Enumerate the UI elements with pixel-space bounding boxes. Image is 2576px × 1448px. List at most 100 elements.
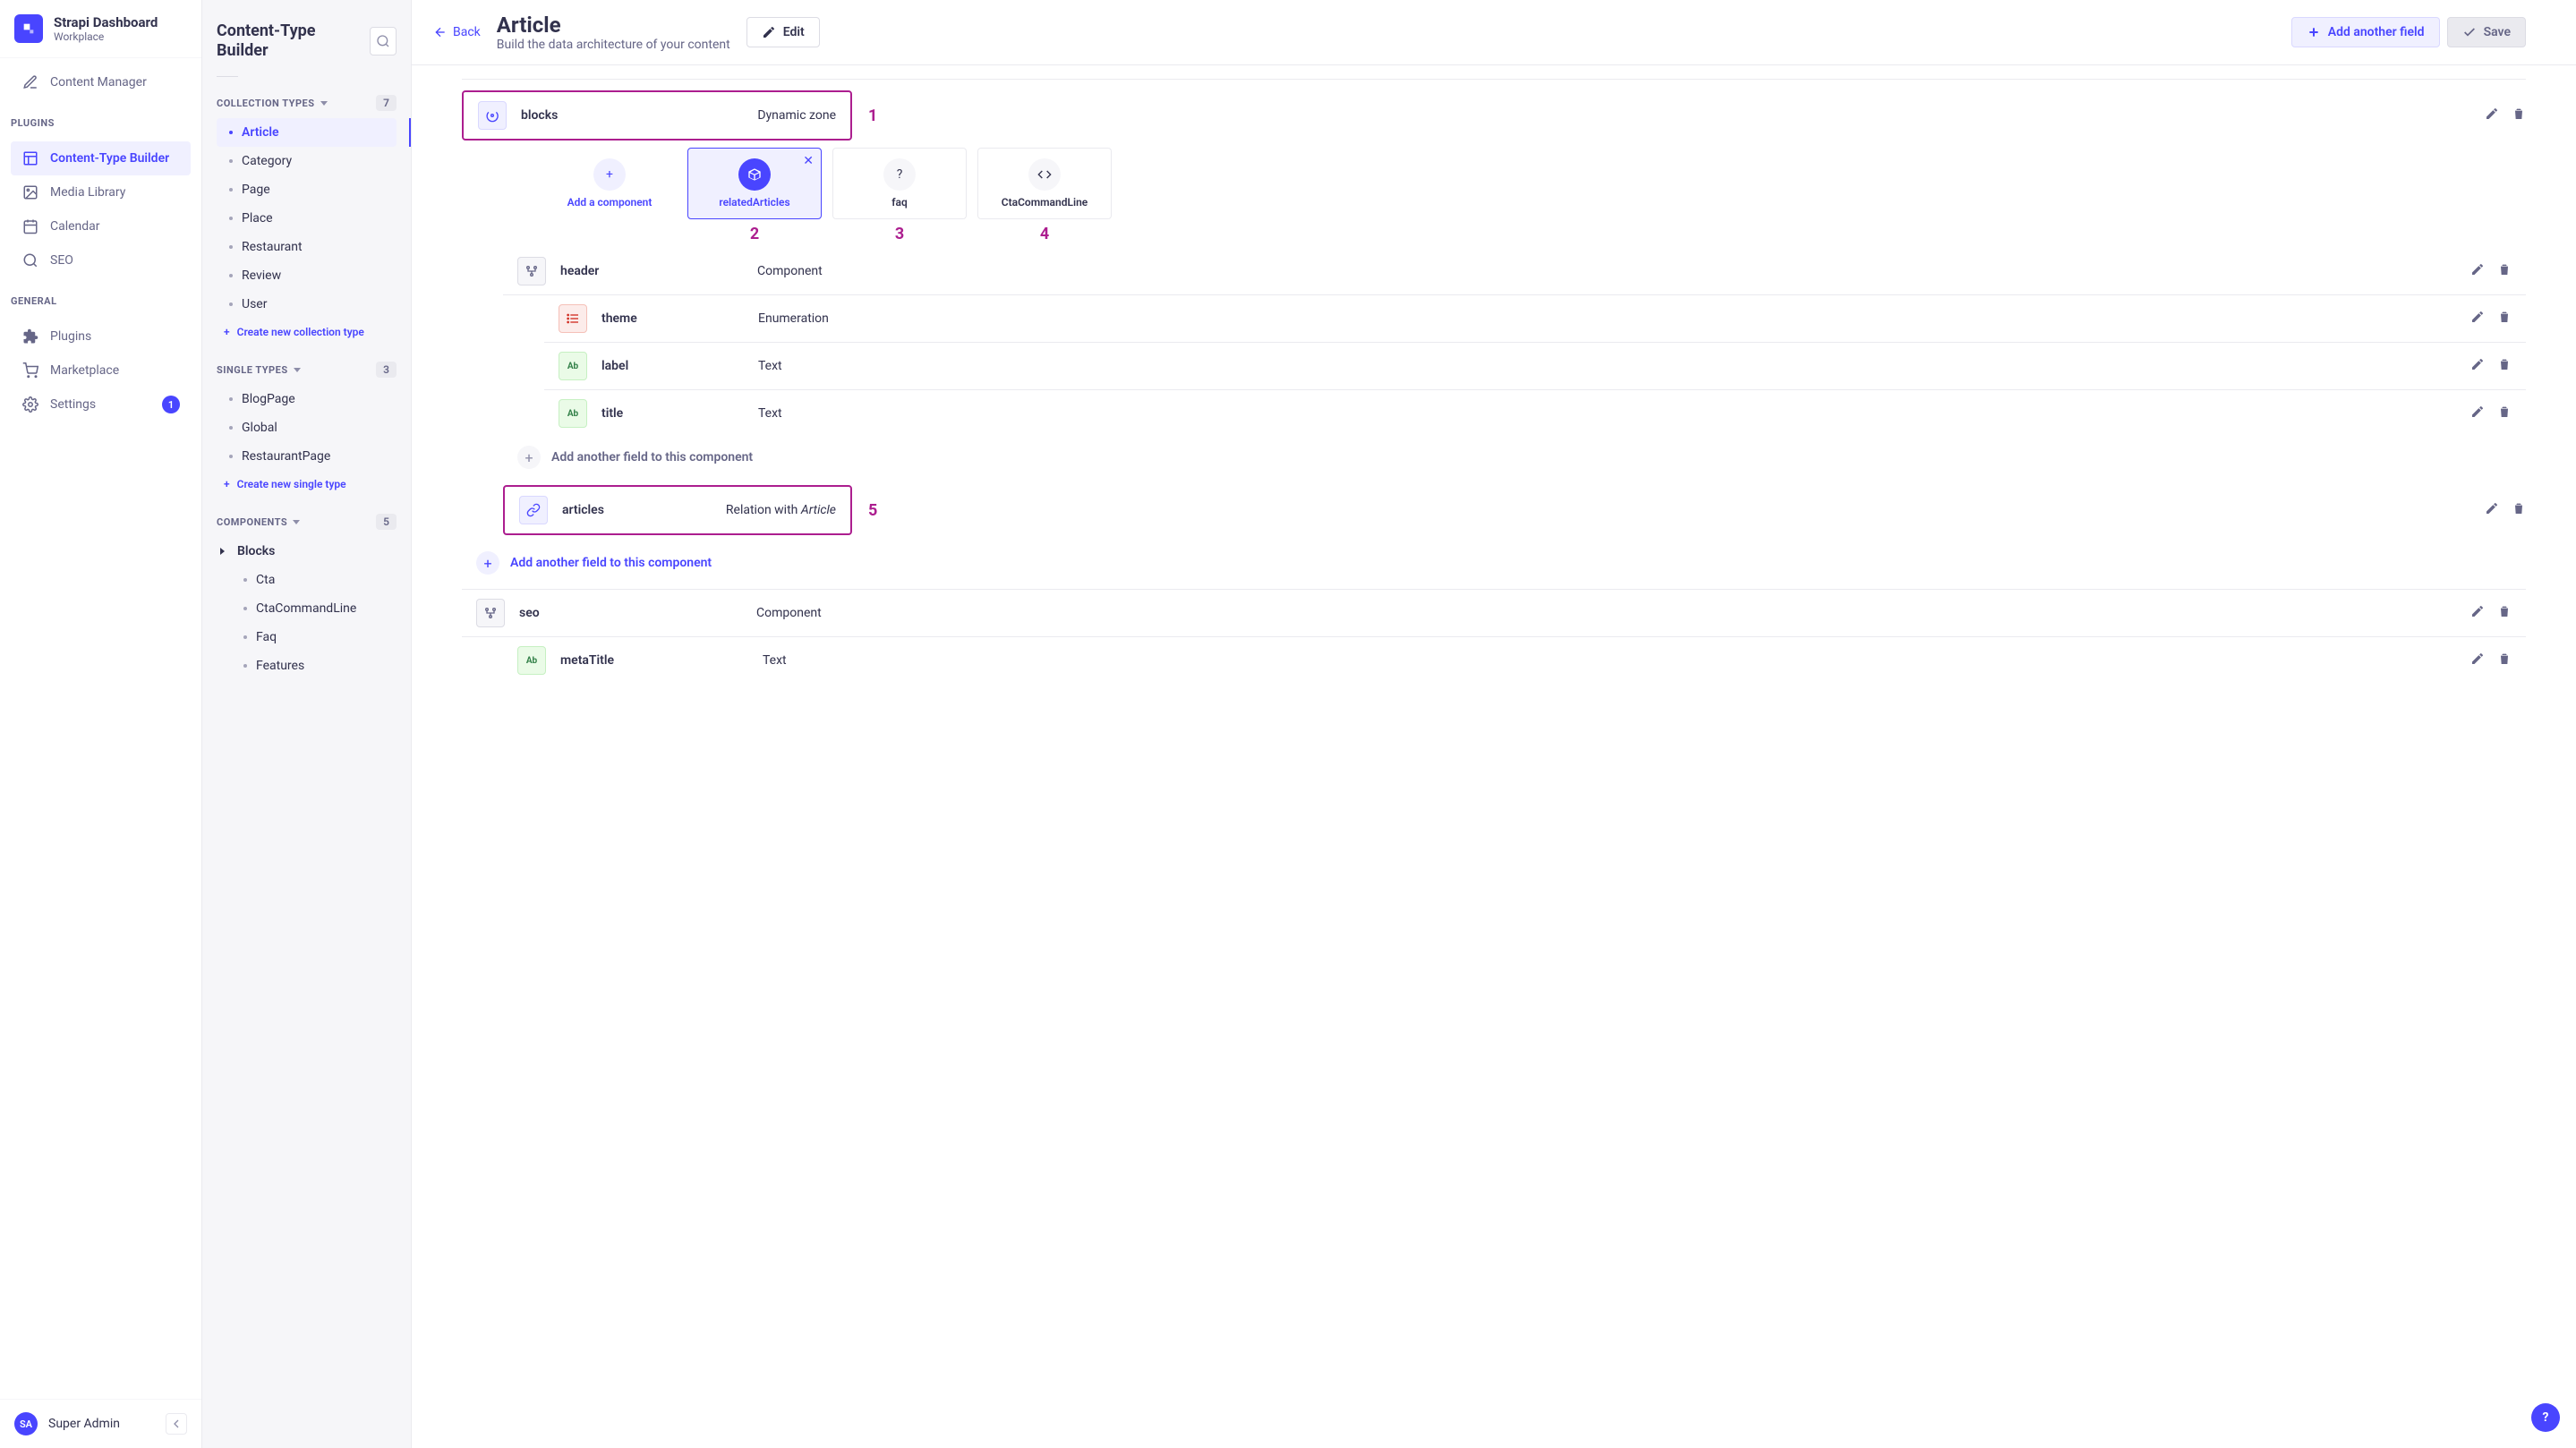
puzzle-icon bbox=[21, 328, 39, 345]
search-button[interactable] bbox=[370, 27, 397, 55]
edit-field-icon[interactable] bbox=[2470, 604, 2485, 622]
type-category[interactable]: Category bbox=[217, 147, 397, 175]
layout-icon bbox=[21, 149, 39, 167]
nav-plugins[interactable]: Plugins bbox=[11, 319, 191, 353]
user-name: Super Admin bbox=[48, 1417, 120, 1431]
strapi-logo-icon bbox=[14, 14, 43, 43]
app-subtitle: Workplace bbox=[54, 30, 158, 43]
page-title: Article bbox=[497, 13, 730, 38]
page-subtitle: Build the data architecture of your cont… bbox=[497, 38, 730, 52]
field-header[interactable]: header Component bbox=[503, 248, 2526, 295]
nav-media-library[interactable]: Media Library bbox=[11, 175, 191, 209]
help-button[interactable]: ? bbox=[2531, 1403, 2560, 1432]
field-type-articles: Relation with Article bbox=[726, 503, 836, 517]
chevron-down-icon bbox=[320, 101, 328, 106]
edit-field-icon[interactable] bbox=[2485, 501, 2499, 519]
content-type-list: Content-Type Builder COLLECTION TYPES 7 … bbox=[202, 0, 412, 1448]
field-blocks[interactable]: blocks Dynamic zone bbox=[462, 90, 852, 141]
delete-field-icon[interactable] bbox=[2497, 405, 2512, 422]
collapse-nav-button[interactable] bbox=[166, 1413, 187, 1435]
nav-content-type-builder[interactable]: Content-Type Builder bbox=[11, 141, 191, 175]
edit-field-icon[interactable] bbox=[2470, 357, 2485, 375]
components-toggle[interactable]: COMPONENTS 5 bbox=[217, 510, 397, 533]
plus-icon: + bbox=[593, 158, 626, 191]
field-seo[interactable]: seo Component bbox=[462, 590, 2526, 637]
type-user[interactable]: User bbox=[217, 290, 397, 319]
pencil-icon bbox=[21, 73, 39, 91]
component-category-blocks[interactable]: Blocks bbox=[217, 537, 397, 566]
single-types-toggle[interactable]: SINGLE TYPES 3 bbox=[217, 358, 397, 381]
collection-types-toggle[interactable]: COLLECTION TYPES 7 bbox=[217, 91, 397, 115]
field-theme[interactable]: theme Enumeration bbox=[544, 295, 2526, 343]
gear-icon bbox=[21, 396, 39, 413]
type-restaurant[interactable]: Restaurant bbox=[217, 233, 397, 261]
delete-field-icon[interactable] bbox=[2497, 310, 2512, 328]
edit-field-icon[interactable] bbox=[2470, 262, 2485, 280]
delete-field-icon[interactable] bbox=[2497, 262, 2512, 280]
chevron-down-icon bbox=[293, 520, 300, 524]
create-single-type[interactable]: +Create new single type bbox=[217, 471, 397, 498]
chevron-down-icon bbox=[294, 368, 301, 372]
nav-content-manager[interactable]: Content Manager bbox=[11, 65, 191, 99]
component-cta[interactable]: Cta bbox=[217, 566, 397, 594]
dz-faq[interactable]: ? faq bbox=[832, 148, 967, 219]
edit-button[interactable]: Edit bbox=[746, 17, 820, 47]
chevron-right-icon bbox=[220, 548, 225, 555]
calendar-icon bbox=[21, 217, 39, 235]
nav-calendar[interactable]: Calendar bbox=[11, 209, 191, 243]
component-ctacommandline[interactable]: CtaCommandLine bbox=[217, 594, 397, 623]
main-nav: Strapi Dashboard Workplace Content Manag… bbox=[0, 0, 202, 1448]
add-field-related-component[interactable]: + Add another field to this component bbox=[462, 542, 2526, 583]
image-icon bbox=[21, 183, 39, 201]
field-articles[interactable]: articles Relation with Article bbox=[503, 485, 852, 535]
delete-field-icon[interactable] bbox=[2512, 106, 2526, 124]
nav-settings[interactable]: Settings 1 bbox=[11, 388, 191, 422]
nav-seo[interactable]: SEO bbox=[11, 243, 191, 277]
field-title[interactable]: Ab title Text bbox=[544, 390, 2526, 437]
add-another-field-button[interactable]: Add another field bbox=[2291, 17, 2440, 47]
add-field-header-component[interactable]: + Add another field to this component bbox=[503, 437, 2526, 478]
annotation-5: 5 bbox=[868, 501, 877, 520]
annotation-3: 3 bbox=[895, 225, 904, 243]
type-page[interactable]: Page bbox=[217, 175, 397, 204]
box-icon bbox=[738, 158, 771, 191]
type-global[interactable]: Global bbox=[217, 413, 397, 442]
type-blogpage[interactable]: BlogPage bbox=[217, 385, 397, 413]
question-icon: ? bbox=[883, 158, 916, 191]
nav-marketplace[interactable]: Marketplace bbox=[11, 353, 191, 388]
create-collection-type[interactable]: +Create new collection type bbox=[217, 319, 397, 345]
delete-field-icon[interactable] bbox=[2497, 357, 2512, 375]
annotation-1: 1 bbox=[868, 106, 877, 125]
component-faq[interactable]: Faq bbox=[217, 623, 397, 652]
delete-field-icon[interactable] bbox=[2512, 501, 2526, 519]
add-component-button[interactable]: + Add a component bbox=[542, 148, 677, 219]
save-button[interactable]: Save bbox=[2447, 17, 2526, 47]
plus-icon: + bbox=[517, 446, 541, 469]
dz-relatedarticles[interactable]: ✕ relatedArticles bbox=[687, 148, 822, 219]
type-review[interactable]: Review bbox=[217, 261, 397, 290]
dz-component-picker: + Add a component ✕ relatedArticles 2 bbox=[462, 146, 2526, 221]
edit-field-icon[interactable] bbox=[2470, 310, 2485, 328]
remove-component-icon[interactable]: ✕ bbox=[803, 154, 814, 168]
app-title: Strapi Dashboard bbox=[54, 14, 158, 30]
back-button[interactable]: Back bbox=[433, 25, 481, 39]
edit-field-icon[interactable] bbox=[2485, 106, 2499, 124]
delete-field-icon[interactable] bbox=[2497, 652, 2512, 669]
edit-field-icon[interactable] bbox=[2470, 652, 2485, 669]
text-icon: Ab bbox=[559, 399, 587, 428]
type-place[interactable]: Place bbox=[217, 204, 397, 233]
delete-field-icon[interactable] bbox=[2497, 604, 2512, 622]
type-article[interactable]: Article bbox=[217, 118, 397, 147]
main-content: Back Article Build the data architecture… bbox=[412, 0, 2576, 1448]
annotation-4: 4 bbox=[1040, 225, 1049, 243]
field-metatitle[interactable]: Ab metaTitle Text bbox=[503, 637, 2526, 684]
type-restaurantpage[interactable]: RestaurantPage bbox=[217, 442, 397, 471]
nav-general-label: GENERAL bbox=[0, 285, 201, 312]
settings-badge: 1 bbox=[162, 396, 180, 413]
plus-icon: + bbox=[476, 551, 499, 575]
user-avatar[interactable]: SA bbox=[14, 1412, 38, 1435]
dz-ctacommandline[interactable]: CtaCommandLine bbox=[977, 148, 1112, 219]
field-label[interactable]: Ab label Text bbox=[544, 343, 2526, 390]
component-features[interactable]: Features bbox=[217, 652, 397, 680]
edit-field-icon[interactable] bbox=[2470, 405, 2485, 422]
